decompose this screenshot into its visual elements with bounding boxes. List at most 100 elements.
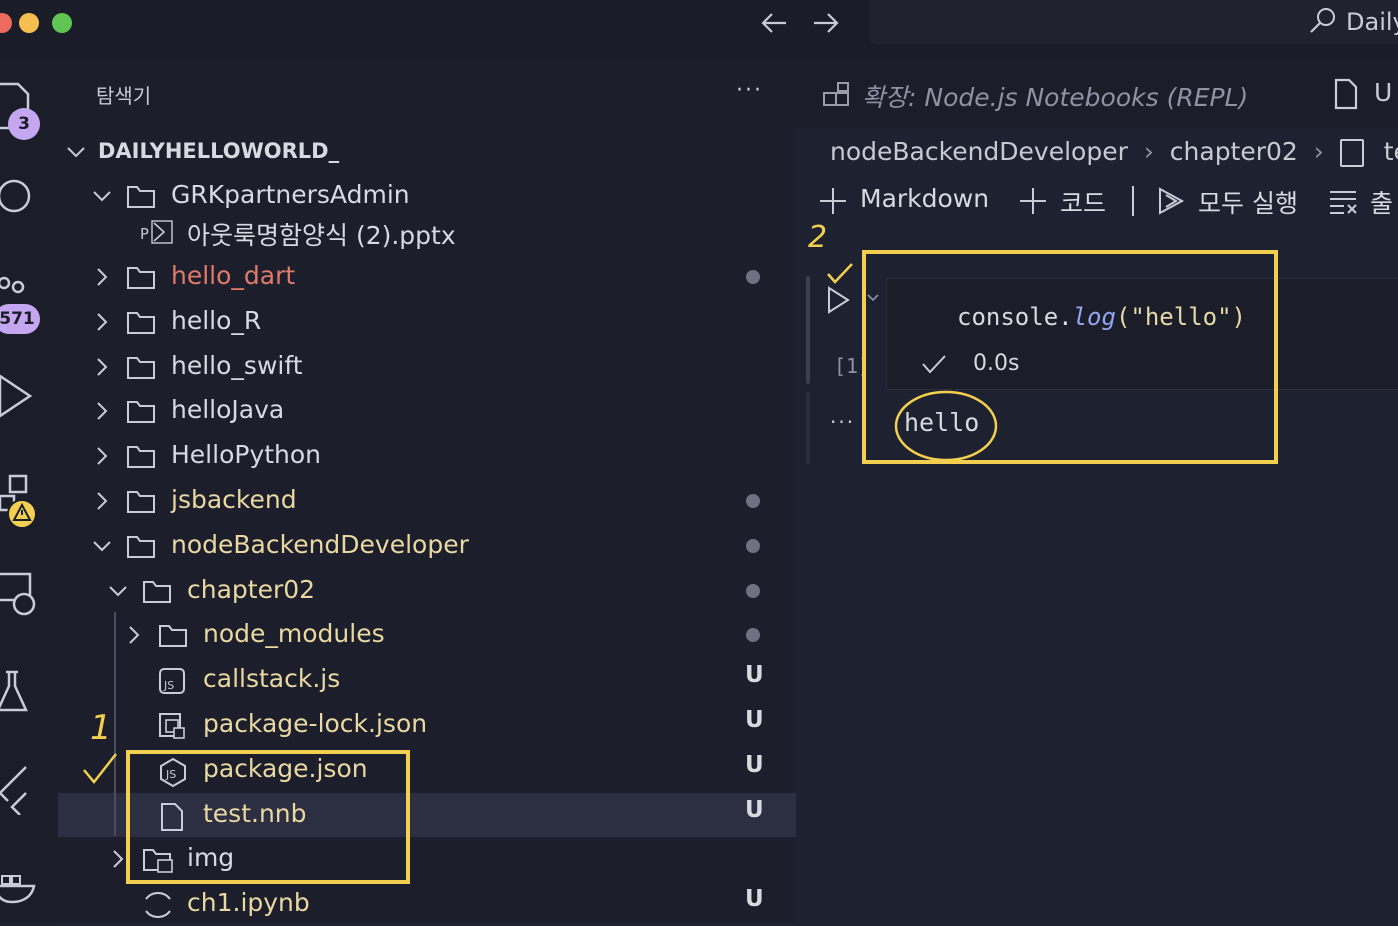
git-status-badge: U [745, 752, 764, 778]
git-status-badge: U [745, 886, 764, 912]
tree-folder[interactable]: hello_swift [58, 345, 796, 389]
checkmark-annotation [827, 263, 853, 284]
chevron-right-icon[interactable] [92, 312, 112, 332]
git-status-badge: U [745, 797, 764, 823]
search-text[interactable]: Daily [1346, 8, 1398, 36]
output-more-button[interactable]: ··· [830, 410, 855, 434]
clear-outputs-button[interactable]: 출 [1370, 184, 1393, 220]
folder-icon [126, 309, 155, 335]
folder-icon [142, 578, 171, 604]
zoom-window-button[interactable] [52, 13, 72, 33]
chevron-right-icon[interactable] [92, 267, 112, 287]
annotation-number-2: 2 [808, 220, 828, 255]
breadcrumb-file[interactable]: tes [1384, 137, 1398, 166]
testing-icon[interactable] [0, 666, 34, 718]
tree-folder[interactable]: HelloPython [58, 434, 796, 478]
tree-folder[interactable]: nodeBackendDeveloper [58, 524, 796, 568]
tree-item-label: chapter02 [187, 575, 316, 604]
tree-folder[interactable]: hello_R [58, 300, 796, 344]
arrow-right-icon[interactable] [812, 10, 840, 36]
tree-item-label: jsbackend [171, 485, 297, 514]
extensions-icon[interactable] [0, 468, 40, 532]
flutter-icon[interactable] [0, 763, 34, 815]
tree-item-label: hello_R [171, 306, 262, 335]
modified-dot [746, 494, 760, 508]
chevron-right-icon[interactable] [108, 849, 128, 869]
tab-extension-details[interactable]: 확장: Node.js Notebooks (REPL) [862, 78, 1248, 114]
highlight-box-files [126, 750, 410, 884]
tree-item-label: callstack.js [203, 664, 341, 693]
chevron-right-icon: › [1313, 137, 1324, 166]
workspace-root[interactable]: DAILYHELLOWORLD_ [98, 139, 339, 163]
chevron-down-icon[interactable] [92, 536, 112, 556]
tree-item-label: node_modules [203, 619, 385, 648]
git-status-badge: U [745, 707, 764, 733]
chevron-right-icon[interactable] [92, 446, 112, 466]
js-icon: JS [158, 667, 186, 694]
folder-icon [126, 443, 155, 469]
search-sidebar-icon[interactable] [0, 176, 34, 220]
chevron-right-icon[interactable] [92, 491, 112, 511]
tree-file[interactable]: ch1.ipynb U [58, 882, 796, 926]
annotation-number-1: 1 [90, 708, 112, 748]
tree-item-label: package-lock.json [203, 709, 428, 738]
docker-icon[interactable] [0, 858, 40, 908]
breadcrumb-folder[interactable]: nodeBackendDeveloper [830, 137, 1128, 166]
more-actions-button[interactable]: ··· [736, 78, 763, 103]
output-focus-indicator [806, 392, 810, 464]
git-status-badge: U [745, 662, 764, 688]
add-markdown-button[interactable]: Markdown [860, 184, 989, 213]
explorer-badge: 3 [8, 108, 40, 140]
checkmark-annotation [83, 753, 117, 784]
folder-icon [158, 622, 187, 648]
plus-icon [820, 188, 846, 214]
json-icon [158, 712, 186, 739]
pptx-icon: P [140, 219, 173, 245]
add-code-button[interactable]: 코드 [1060, 184, 1106, 220]
tree-item-label: hello_swift [171, 351, 303, 380]
modified-dot [746, 539, 760, 553]
tree-item-label: nodeBackendDeveloper [171, 530, 469, 559]
run-all-button[interactable]: 모두 실행 [1198, 184, 1298, 220]
breadcrumb-subfolder[interactable]: chapter02 [1170, 137, 1298, 166]
source-control-badge: 571 [0, 304, 40, 334]
chevron-right-icon[interactable] [92, 357, 112, 377]
svg-text:P: P [140, 225, 149, 243]
arrow-left-icon[interactable] [760, 10, 788, 36]
svg-text:JS: JS [163, 679, 174, 692]
tree-folder[interactable]: helloJava [58, 389, 796, 433]
sidebar-title: 탐색기 [96, 84, 152, 108]
remote-explorer-icon[interactable] [0, 568, 40, 620]
modified-dot [746, 628, 760, 642]
tree-item-label: hello_dart [171, 261, 296, 290]
close-window-button[interactable] [0, 13, 12, 33]
tree-folder[interactable]: chapter02 [58, 569, 796, 613]
extensions-tab-icon [823, 82, 849, 106]
chevron-down-icon[interactable] [92, 186, 112, 206]
tree-file[interactable]: P 아웃룩명함양식 (2).pptx [58, 210, 796, 254]
folder-icon [126, 354, 155, 380]
breadcrumb: nodeBackendDeveloper › chapter02 › tes [830, 137, 1398, 167]
notebook-icon [142, 891, 171, 918]
search-icon [1310, 8, 1335, 33]
tree-folder[interactable]: hello_dart [58, 255, 796, 299]
tree-folder[interactable]: jsbackend [58, 479, 796, 523]
tree-file[interactable]: JS callstack.js U [58, 658, 796, 702]
tree-file[interactable]: package-lock.json U [58, 703, 796, 747]
tree-item-label: GRKpartnersAdmin [171, 180, 410, 209]
chevron-right-icon[interactable] [92, 401, 112, 421]
run-debug-icon[interactable] [0, 370, 34, 422]
clear-outputs-icon [1330, 191, 1357, 214]
folder-icon [126, 264, 155, 290]
tree-item-label: 아웃룩명함양식 (2).pptx [187, 221, 456, 250]
minimize-window-button[interactable] [19, 13, 39, 33]
tree-item-label: HelloPython [171, 440, 322, 469]
tree-item-label: helloJava [171, 395, 285, 424]
activity-bar: 3 571 [0, 58, 58, 922]
chevron-down-icon[interactable] [108, 581, 128, 601]
run-cell-icon[interactable] [826, 285, 852, 315]
tab-test-nnb[interactable]: U [1374, 78, 1392, 107]
chevron-right-icon[interactable] [124, 625, 144, 645]
tree-folder[interactable]: node_modules [58, 613, 796, 657]
run-all-icon [1159, 187, 1185, 215]
